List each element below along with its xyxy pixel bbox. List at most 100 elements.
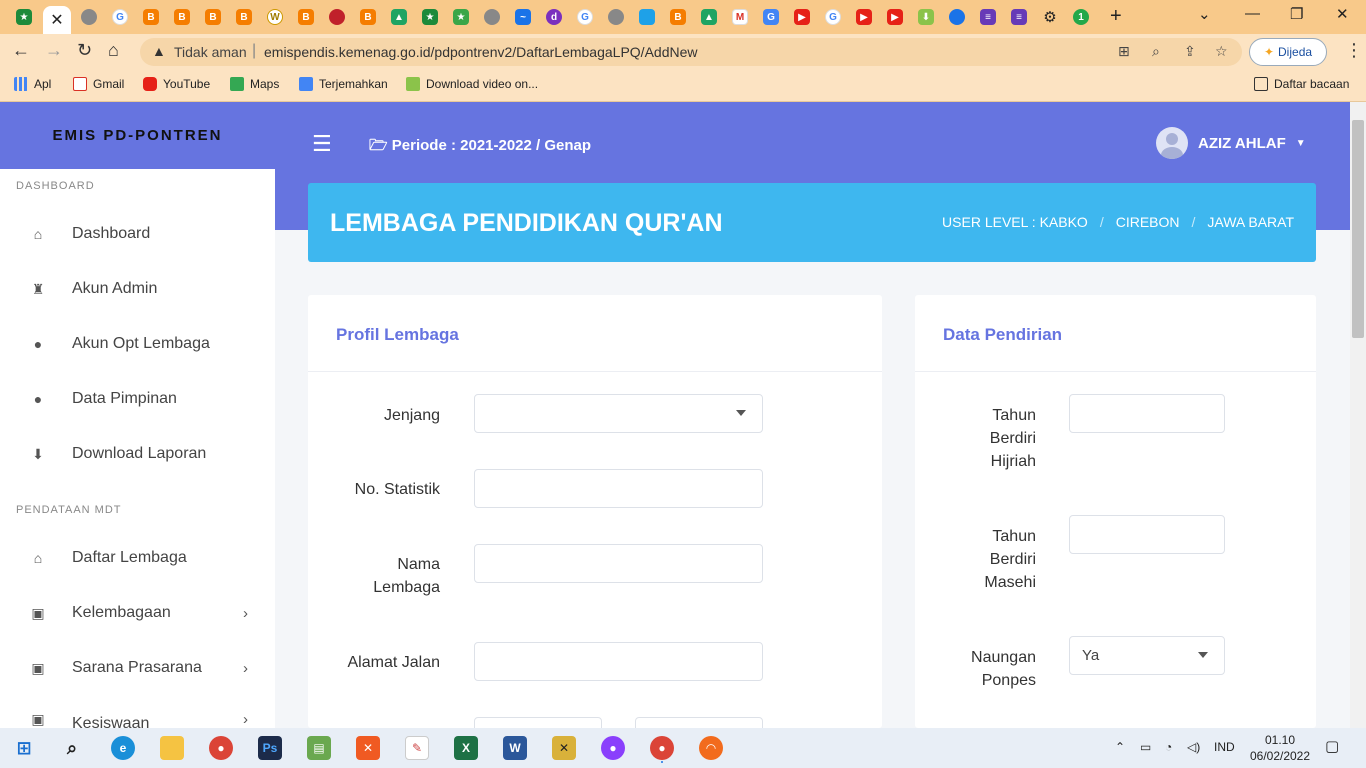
sidebar-item-kesiswaan[interactable]: ▣ Kesiswaan ›: [0, 703, 275, 728]
bookmark-download-video[interactable]: Download video on...: [406, 77, 538, 91]
tab-favicon-google[interactable]: G: [574, 6, 596, 28]
tab-favicon-drive[interactable]: ▲: [388, 6, 410, 28]
tab-favicon-youtube[interactable]: ▶: [791, 6, 813, 28]
tab-favicon-forms[interactable]: ≡: [977, 6, 999, 28]
sidebar-item-download-laporan[interactable]: ⬇ Download Laporan: [0, 434, 275, 474]
address-bar[interactable]: ▲ Tidak aman | emispendis.kemenag.go.id/…: [140, 38, 1242, 66]
bookmark-translate[interactable]: Terjemahkan: [299, 77, 388, 91]
volume-icon[interactable]: ◁): [1187, 740, 1200, 754]
url-text[interactable]: emispendis.kemenag.go.id/pdpontrenv2/Daf…: [264, 44, 698, 60]
tab-favicon-globe[interactable]: [78, 6, 100, 28]
sidebar-toggle-button[interactable]: ☰: [312, 131, 332, 157]
edge-app[interactable]: e: [111, 736, 135, 760]
tab-favicon-google[interactable]: G: [822, 6, 844, 28]
home-button[interactable]: ⌂: [108, 40, 119, 61]
tab-favicon-forms[interactable]: ≡: [1008, 6, 1030, 28]
tab-favicon-kemenag[interactable]: ★: [13, 6, 35, 28]
rw-input[interactable]: [635, 717, 763, 728]
sidebar-item-akun-opt-lembaga[interactable]: ● Akun Opt Lembaga: [0, 324, 275, 364]
notifications-button[interactable]: ▢: [1325, 737, 1339, 755]
tab-favicon-site[interactable]: 1: [1070, 6, 1092, 28]
sidebar-item-dashboard[interactable]: ⌂ Dashboard: [0, 214, 275, 254]
back-button[interactable]: ←: [12, 40, 30, 61]
word-app[interactable]: W: [503, 736, 527, 760]
tab-favicon-google[interactable]: G: [109, 6, 131, 28]
tab-favicon-blogger[interactable]: B: [171, 6, 193, 28]
tab-favicon-gmail[interactable]: M: [729, 6, 751, 28]
reload-button[interactable]: ↻: [77, 40, 92, 61]
tab-favicon-youtube[interactable]: ▶: [884, 6, 906, 28]
rt-input[interactable]: [474, 717, 602, 728]
translate-icon[interactable]: ⊞: [1118, 43, 1130, 60]
tab-favicon-translate[interactable]: G: [760, 6, 782, 28]
excel-app[interactable]: X: [454, 736, 478, 760]
new-tab-button[interactable]: +: [1110, 5, 1122, 28]
tab-favicon-settings[interactable]: ⚙: [1039, 6, 1061, 28]
tab-favicon-site[interactable]: [946, 6, 968, 28]
tab-favicon-kemenag[interactable]: ★: [450, 6, 472, 28]
tools-app[interactable]: ✕: [552, 736, 576, 760]
app-shortcut[interactable]: ◠: [699, 736, 723, 760]
bookmark-star-icon[interactable]: ☆: [1215, 43, 1228, 60]
bookmark-maps[interactable]: Maps: [230, 77, 279, 91]
tab-favicon-blogger[interactable]: B: [233, 6, 255, 28]
scrollbar-thumb[interactable]: [1352, 120, 1364, 338]
sidebar-item-akun-admin[interactable]: ♜ Akun Admin: [0, 269, 275, 309]
browser-menu-button[interactable]: ⋮: [1345, 40, 1363, 61]
bookmark-gmail[interactable]: Gmail: [73, 77, 124, 91]
sidebar-item-kelembagaan[interactable]: ▣ Kelembagaan ›: [0, 593, 275, 633]
tab-favicon-site[interactable]: W: [264, 6, 286, 28]
restore-button[interactable]: ❐: [1290, 5, 1303, 23]
app-brand[interactable]: EMIS PD-PONTREN: [0, 102, 275, 169]
sidebar-item-sarana-prasarana[interactable]: ▣ Sarana Prasarana ›: [0, 648, 275, 688]
tab-favicon-drive[interactable]: ▲: [698, 6, 720, 28]
sidebar-item-daftar-lembaga[interactable]: ⌂ Daftar Lembaga: [0, 538, 275, 578]
system-clock[interactable]: 01.10 06/02/2022: [1240, 732, 1320, 764]
zoom-icon[interactable]: ⌕: [1152, 43, 1160, 60]
active-tab-close-button[interactable]: ✕: [43, 6, 71, 34]
nama-lembaga-input[interactable]: [474, 544, 763, 583]
minimize-button[interactable]: —: [1245, 5, 1260, 22]
reading-list-button[interactable]: Daftar bacaan: [1254, 77, 1349, 91]
battery-icon[interactable]: ▭: [1140, 740, 1151, 754]
tab-favicon-globe[interactable]: [605, 6, 627, 28]
close-window-button[interactable]: ✕: [1336, 5, 1349, 23]
tab-favicon-blogger[interactable]: B: [667, 6, 689, 28]
xampp-app[interactable]: ✕: [356, 736, 380, 760]
tab-favicon-download[interactable]: ⬇: [915, 6, 937, 28]
tab-favicon-site[interactable]: ~: [512, 6, 534, 28]
profile-button[interactable]: ✦ Dijeda: [1249, 38, 1327, 66]
chrome-app-active[interactable]: ●: [650, 736, 674, 760]
jenjang-select[interactable]: [474, 394, 763, 433]
chrome-app[interactable]: ●: [209, 736, 233, 760]
tahun-masehi-input[interactable]: [1069, 515, 1225, 554]
tab-favicon-blogger[interactable]: B: [202, 6, 224, 28]
bookmark-youtube[interactable]: YouTube: [143, 77, 210, 91]
user-menu[interactable]: AZIZ AHLAF ▼: [1156, 127, 1306, 159]
tab-favicon-youtube[interactable]: ▶: [853, 6, 875, 28]
photoshop-app[interactable]: Ps: [258, 736, 282, 760]
bookmark-apps[interactable]: Apl: [14, 77, 51, 91]
sidebar-item-data-pimpinan[interactable]: ● Data Pimpinan: [0, 379, 275, 419]
tab-favicon-globe[interactable]: [481, 6, 503, 28]
no-statistik-input[interactable]: [474, 469, 763, 508]
tray-overflow-button[interactable]: ⌃: [1115, 740, 1125, 754]
tab-favicon-kemenag[interactable]: ★: [419, 6, 441, 28]
tab-search-button[interactable]: ⌄: [1198, 5, 1211, 23]
forward-button[interactable]: →: [45, 40, 63, 61]
search-button[interactable]: ⌕: [60, 736, 84, 760]
language-indicator[interactable]: IND: [1214, 740, 1235, 754]
alamat-jalan-input[interactable]: [474, 642, 763, 681]
naungan-ponpes-select[interactable]: Ya: [1069, 636, 1225, 675]
tahun-hijriah-input[interactable]: [1069, 394, 1225, 433]
tab-favicon-blogger[interactable]: B: [140, 6, 162, 28]
tab-favicon-site[interactable]: [636, 6, 658, 28]
tab-favicon-site[interactable]: [326, 6, 348, 28]
windows-start-button[interactable]: ⊞: [12, 736, 36, 760]
paint-app[interactable]: ●: [601, 736, 625, 760]
tab-favicon-blogger[interactable]: B: [357, 6, 379, 28]
file-explorer-app[interactable]: [160, 736, 184, 760]
tab-favicon-site[interactable]: d: [543, 6, 565, 28]
draw-app[interactable]: ✎: [405, 736, 429, 760]
share-icon[interactable]: ⇪: [1184, 43, 1196, 60]
